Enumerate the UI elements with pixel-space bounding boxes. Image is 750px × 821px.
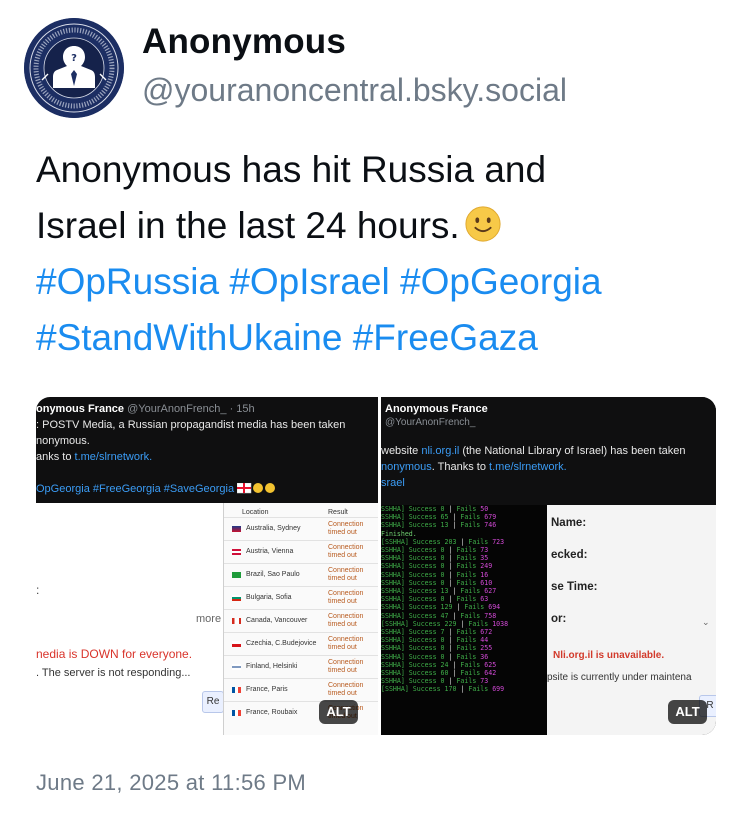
- flag-icon: [232, 572, 241, 578]
- terminal-line: SSHHA] Success 129 | Fails 694: [381, 603, 501, 612]
- tweet-line: : POSTV Media, a Russian propagandist me…: [36, 419, 346, 431]
- hashtag-link[interactable]: #OpIsrael: [229, 261, 389, 302]
- form-label: se Time:: [551, 581, 598, 593]
- tweet-link: nonymous: [381, 461, 432, 473]
- flag-icon: [232, 595, 241, 601]
- terminal-line: SSHHA] Success 0 | Fails 255: [381, 644, 493, 653]
- post-text-line: Israel in the last 24 hours.: [36, 198, 726, 254]
- embedded-tweet-header: Anonymous France @YourAnonFrench_ websit…: [381, 397, 716, 505]
- terminal-line: SSHHA] Success 0 | Fails 36: [381, 652, 489, 661]
- terminal-line: SSHHA] Success 7 | Fails 672: [381, 628, 493, 637]
- hashtag-link[interactable]: #FreeGaza: [353, 317, 538, 358]
- svg-text:?: ?: [71, 53, 77, 64]
- author-name[interactable]: Anonymous: [142, 22, 346, 62]
- unavailable-message: Nli.org.il is unavailable.: [553, 650, 665, 661]
- terminal-line: SSHHA] Success 60 | Fails 642: [381, 669, 497, 678]
- tweet-link: nli.org.il: [421, 445, 460, 457]
- anonymous-emblem-icon: ?: [24, 18, 124, 118]
- terminal-line: [SSHHA] Success 170 | Fails 699: [381, 685, 505, 694]
- table-row: Czechia, C.Budejovice Connection timed ou…: [224, 632, 378, 655]
- image-right[interactable]: Anonymous France @YourAnonFrench_ websit…: [381, 397, 716, 735]
- post-text-line: Anonymous has hit Russia and: [36, 149, 547, 190]
- terminal-line: SSHHA] Success 13 | Fails 627: [381, 587, 497, 596]
- hashtag-link[interactable]: #StandWithUkaine: [36, 317, 342, 358]
- flag-icon: [232, 641, 241, 647]
- terminal-line: SSHHA] Success 24 | Fails 625: [381, 660, 497, 669]
- terminal-line: SSHHA] Success 0 | Fails 16: [381, 570, 489, 579]
- terminal-line: [SSHHA] Success 203 | Fails 723: [381, 537, 505, 546]
- terminal-output: SSHHA] Success 0 | Fails 50 SSHHA] Succes…: [381, 505, 547, 735]
- table-row: Australia, Sydney Connection timed out: [224, 517, 378, 540]
- hashtag-line: #StandWithUkaine #FreeGaza: [36, 310, 726, 366]
- flag-icon: [232, 618, 241, 624]
- tweet-line: nonymous.: [36, 435, 90, 447]
- terminal-line: SSHHA] Success 13 | Fails 746: [381, 521, 497, 530]
- image-left[interactable]: onymous France @YourAnonFrench_ · 15h : …: [36, 397, 378, 735]
- form-label: or:: [551, 613, 567, 625]
- form-label: Name:: [551, 517, 587, 529]
- form-label: ecked:: [551, 549, 588, 561]
- tweet-author: onymous France: [36, 403, 125, 415]
- down-message: nedia is DOWN for everyone.: [36, 647, 193, 661]
- alt-badge[interactable]: ALT: [668, 700, 707, 724]
- tweet-link: t.me/slrnetwork.: [74, 451, 153, 463]
- terminal-line: SSHHA] Success 47 | Fails 758: [381, 611, 497, 620]
- embedded-tweet-header: onymous France @YourAnonFrench_ · 15h : …: [36, 397, 378, 503]
- terminal-line: SSHHA] Success 0 | Fails 35: [381, 554, 489, 563]
- maintenance-message: psite is currently under maintena: [547, 672, 692, 683]
- terminal-line: SSHHA] Success 0 | Fails 50: [381, 505, 489, 513]
- table-row: Brazil, Sao Paulo Connection timed out: [224, 563, 378, 586]
- tweet-tags: OpGeorgia #FreeGeorgia #SaveGeorgia: [36, 482, 285, 495]
- table-row: Canada, Vancouver Connection timed out: [224, 609, 378, 632]
- table-row: France, Paris Connection timed out: [224, 678, 378, 701]
- terminal-line: SSHHA] Success 0 | Fails 63: [381, 595, 489, 604]
- flag-icon: [232, 549, 241, 555]
- table-row: Austria, Vienna Connection timed out: [224, 540, 378, 563]
- field-colon: :: [36, 583, 40, 597]
- post-header: ? Anonymous @youranoncentral.bsky.social: [22, 14, 728, 124]
- author-handle[interactable]: @youranoncentral.bsky.social: [142, 72, 567, 109]
- tweet-handle: @YourAnonFrench_: [385, 417, 476, 428]
- terminal-line: SSHHA] Success 0 | Fails 44: [381, 636, 489, 645]
- terminal-line: Finished.: [381, 529, 417, 538]
- tweet-line: anks to: [36, 451, 72, 463]
- avatar[interactable]: ?: [24, 18, 124, 118]
- hashtag-link[interactable]: #OpRussia: [36, 261, 219, 302]
- terminal-line: SSHHA] Success 0 | Fails 73: [381, 677, 489, 686]
- terminal-line: SSHHA] Success 0 | Fails 610: [381, 578, 493, 587]
- post-text: Anonymous has hit Russia and Israel in t…: [36, 142, 726, 366]
- location-header: Location: [242, 509, 269, 516]
- more-link: more: [196, 613, 222, 625]
- tweet-author: Anonymous France: [385, 403, 488, 415]
- terminal-line: SSHHA] Success 0 | Fails 249: [381, 562, 493, 571]
- responding-message: . The server is not responding...: [36, 667, 191, 679]
- tweet-meta: @YourAnonFrench_ · 15h: [127, 403, 255, 415]
- flag-icon: [232, 710, 241, 716]
- flag-icon: [232, 687, 241, 693]
- dropdown-arrow-icon: ⌄: [702, 617, 710, 627]
- table-row: Bulgaria, Sofia Connection timed out: [224, 586, 378, 609]
- alt-badge[interactable]: ALT: [319, 700, 358, 724]
- hashtag-link[interactable]: #OpGeorgia: [400, 261, 602, 302]
- slightly-smiling-face-icon: [465, 206, 501, 242]
- tweet-tag: srael: [381, 477, 405, 489]
- table-row: Finland, Helsinki Connection timed out: [224, 655, 378, 678]
- tweet-link: t.me/slrnetwork.: [489, 461, 567, 473]
- terminal-line: [SSHHA] Success 229 | Fails 1038: [381, 619, 509, 628]
- recheck-button: Re: [202, 691, 224, 713]
- flag-emoji-icon: [236, 482, 276, 494]
- flag-icon: [232, 526, 241, 532]
- post-timestamp[interactable]: June 21, 2025 at 11:56 PM: [36, 770, 306, 796]
- media-gallery: onymous France @YourAnonFrench_ · 15h : …: [36, 397, 716, 735]
- flag-icon: [232, 664, 241, 670]
- terminal-line: SSHHA] Success 65 | Fails 679: [381, 513, 497, 522]
- hashtag-line: #OpRussia #OpIsrael #OpGeorgia: [36, 254, 726, 310]
- terminal-line: SSHHA] Success 0 | Fails 73: [381, 546, 489, 555]
- result-header: Result: [328, 509, 348, 516]
